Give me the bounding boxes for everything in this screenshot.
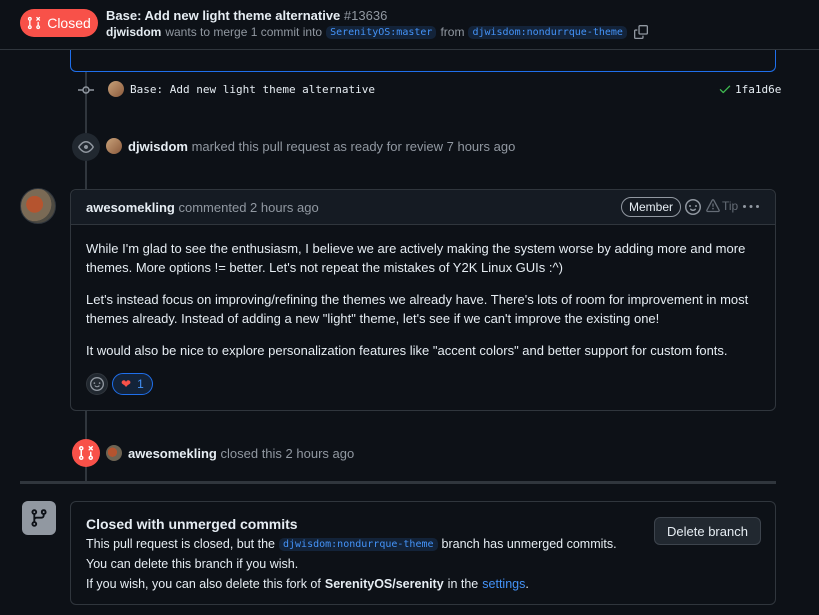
comment-meta[interactable]: commented 2 hours ago xyxy=(179,200,319,215)
event-user-link[interactable]: djwisdom xyxy=(128,139,188,154)
avatar[interactable] xyxy=(20,188,56,224)
state-badge: Closed xyxy=(20,9,98,37)
eye-icon xyxy=(78,141,94,153)
merge-status-title: Closed with unmerged commits xyxy=(86,516,298,532)
copy-icon[interactable] xyxy=(633,25,648,39)
smiley-icon xyxy=(90,377,104,391)
merge-status-line: This pull request is closed, but the djw… xyxy=(86,537,617,551)
avatar[interactable] xyxy=(108,81,124,97)
closed-badge xyxy=(72,439,100,467)
kebab-horizontal-icon[interactable] xyxy=(743,199,759,215)
pr-subtitle: djwisdom wants to merge 1 commit into Se… xyxy=(106,25,648,39)
commit-row: Base: Add new light theme alternative 1f… xyxy=(78,80,781,100)
merge-status-box: Closed with unmerged commits This pull r… xyxy=(70,501,776,605)
event-user-link[interactable]: awesomekling xyxy=(128,446,217,461)
commit-message[interactable]: Base: Add new light theme alternative xyxy=(130,83,375,96)
reaction-count: 1 xyxy=(137,377,144,391)
comment: awesomekling commented 2 hours ago Membe… xyxy=(70,189,776,411)
merge-text: branch has unmerged commits. xyxy=(441,537,617,551)
base-branch[interactable]: SerenityOS:master xyxy=(326,25,437,39)
pr-title-text: Base: Add new light theme alternative xyxy=(106,8,341,23)
head-branch[interactable]: djwisdom:nondurrque-theme xyxy=(468,25,627,39)
head-branch[interactable]: djwisdom:nondurrque-theme xyxy=(279,537,438,551)
pr-number: #13636 xyxy=(343,8,388,23)
avatar[interactable] xyxy=(106,138,122,154)
git-pull-request-closed-icon xyxy=(28,16,41,30)
timeline-end-divider xyxy=(20,481,776,485)
merge-text: wants to merge 1 commit into xyxy=(165,25,323,39)
comment-paragraph: While I'm glad to see the enthusiasm, I … xyxy=(86,241,746,275)
merge-text: . xyxy=(525,577,529,591)
comment-paragraph: It would also be nice to explore persona… xyxy=(86,343,728,358)
merge-status-line: You can delete this branch if you wish. xyxy=(86,557,298,571)
merge-text: This pull request is closed, but the xyxy=(86,537,275,551)
event-text: closed this 2 hours ago xyxy=(220,445,355,461)
smiley-icon[interactable] xyxy=(685,199,701,215)
tip-label: Tip xyxy=(722,199,739,213)
comment-author-link[interactable]: awesomekling xyxy=(86,200,175,215)
git-pull-request-closed-icon xyxy=(78,445,94,461)
merge-text: in the xyxy=(447,577,479,591)
pr-title: Base: Add new light theme alternative #1… xyxy=(106,8,387,23)
state-label: Closed xyxy=(47,15,91,31)
comment-header: awesomekling commented 2 hours ago Membe… xyxy=(71,190,775,225)
merge-status-line: If you wish, you can also delete this fo… xyxy=(86,577,529,591)
repo-name: SerenityOS/serenity xyxy=(324,577,444,591)
closed-event: awesomekling closed this 2 hours ago xyxy=(106,445,354,461)
check-icon[interactable] xyxy=(718,82,732,96)
reactions: ❤ 1 xyxy=(86,373,153,395)
branch-status-icon-box xyxy=(22,501,56,535)
delete-branch-button[interactable]: Delete branch xyxy=(654,517,761,545)
eye-badge xyxy=(72,133,100,161)
comment-body: While I'm glad to see the enthusiasm, I … xyxy=(71,225,775,360)
sticky-header: Closed Base: Add new light theme alterna… xyxy=(0,0,819,50)
pr-author-link[interactable]: djwisdom xyxy=(106,25,161,39)
event-text: marked this pull request as ready for re… xyxy=(191,138,516,154)
avatar[interactable] xyxy=(106,445,122,461)
add-reaction-button[interactable] xyxy=(86,373,108,395)
merge-text: If you wish, you can also delete this fo… xyxy=(86,577,321,591)
settings-link[interactable]: settings xyxy=(482,577,525,591)
heart-icon: ❤ xyxy=(121,377,132,391)
member-badge: Member xyxy=(621,197,682,217)
comment-paragraph: Let's instead focus on improving/refinin… xyxy=(86,292,749,326)
merge-text: You can delete this branch if you wish. xyxy=(86,557,299,571)
ready-event: djwisdom marked this pull request as rea… xyxy=(106,138,515,154)
heart-reaction-button[interactable]: ❤ 1 xyxy=(112,373,153,395)
alert-icon xyxy=(706,199,720,213)
from-text: from xyxy=(440,25,465,39)
git-commit-icon xyxy=(78,86,94,94)
git-branch-icon xyxy=(31,509,47,527)
copilot-tip[interactable]: Tip xyxy=(706,199,738,213)
commit-sha[interactable]: 1fa1d6e xyxy=(735,83,781,96)
